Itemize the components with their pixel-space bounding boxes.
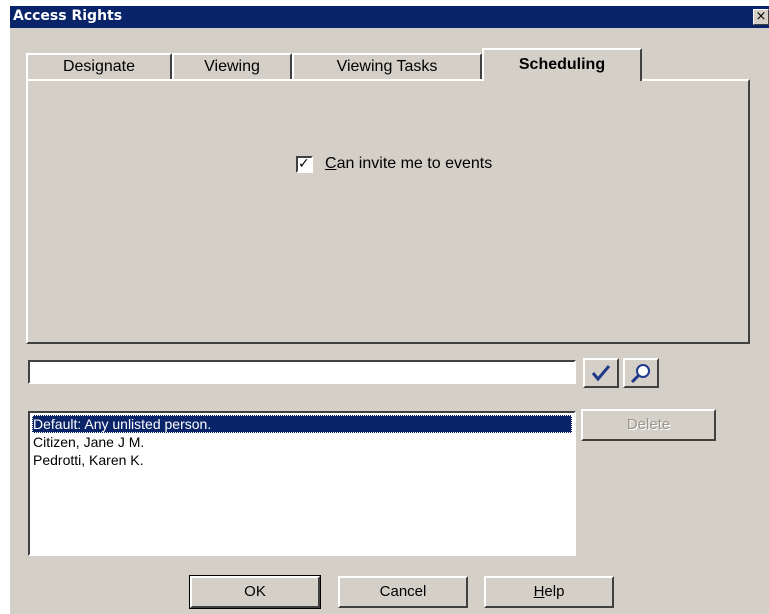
name-input[interactable] bbox=[28, 360, 576, 384]
check-name-button[interactable] bbox=[583, 358, 619, 388]
label-rest: an invite me to events bbox=[336, 155, 493, 172]
help-button-label: Help bbox=[534, 583, 565, 600]
find-name-button[interactable] bbox=[623, 358, 659, 388]
invite-checkbox[interactable]: ✓ bbox=[296, 154, 313, 173]
list-item[interactable]: Default: Any unlisted person. bbox=[32, 415, 572, 433]
cancel-button[interactable]: Cancel bbox=[338, 576, 468, 608]
tab-viewing-tasks[interactable]: Viewing Tasks bbox=[292, 53, 482, 79]
close-button[interactable]: × bbox=[753, 9, 769, 25]
tab-scheduling[interactable]: Scheduling bbox=[482, 48, 642, 81]
scheduling-panel: ✓ Can invite me to events bbox=[26, 79, 750, 344]
invite-checkbox-row[interactable]: ✓ Can invite me to events bbox=[296, 154, 492, 174]
checkmark-icon: ✓ bbox=[298, 154, 310, 171]
delete-button-label: Delete bbox=[626, 416, 671, 433]
tab-label: Scheduling bbox=[518, 56, 606, 73]
help-button[interactable]: Help bbox=[484, 576, 614, 608]
ok-button[interactable]: OK bbox=[189, 575, 321, 609]
cancel-button-label: Cancel bbox=[379, 583, 427, 600]
invite-checkbox-label: Can invite me to events bbox=[325, 155, 492, 173]
list-item[interactable]: Pedrotti, Karen K. bbox=[32, 451, 572, 469]
list-item[interactable]: Citizen, Jane J M. bbox=[32, 433, 572, 451]
checkmark-icon bbox=[591, 365, 611, 382]
tab-viewing[interactable]: Viewing bbox=[172, 53, 292, 79]
title-bar[interactable]: Access Rights × bbox=[10, 6, 769, 28]
tab-label: Viewing Tasks bbox=[336, 58, 438, 75]
window-title: Access Rights bbox=[13, 8, 123, 24]
label-rest: elp bbox=[544, 583, 565, 600]
access-rights-dialog: Access Rights × Designate Viewing Viewin… bbox=[10, 6, 769, 614]
mnemonic-letter: C bbox=[325, 155, 337, 172]
mnemonic-letter: H bbox=[533, 583, 545, 600]
people-listbox[interactable]: Default: Any unlisted person. Citizen, J… bbox=[28, 411, 576, 556]
tab-label: Viewing bbox=[204, 58, 260, 75]
close-icon: × bbox=[755, 9, 767, 24]
magnifier-icon bbox=[630, 364, 650, 384]
tab-label: Designate bbox=[62, 58, 136, 75]
delete-button[interactable]: Delete bbox=[581, 409, 716, 441]
ok-button-label: OK bbox=[244, 583, 266, 600]
tab-designate[interactable]: Designate bbox=[26, 53, 172, 79]
